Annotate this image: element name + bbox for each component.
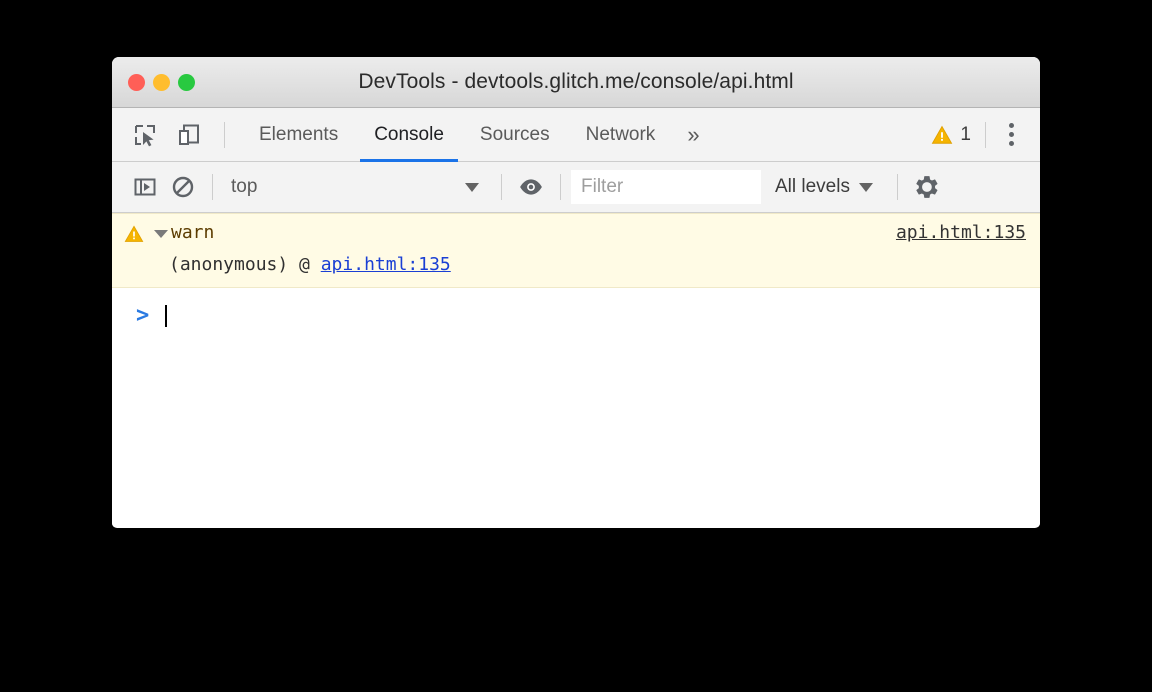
device-toolbar-icon[interactable]: [170, 116, 208, 154]
warning-triangle-icon: [124, 224, 144, 249]
devtools-tab-bar: Elements Console Sources Network » 1: [112, 108, 1040, 162]
tab-network[interactable]: Network: [568, 108, 674, 162]
console-prompt-row[interactable]: >: [112, 288, 1040, 333]
console-message-source-link[interactable]: api.html:135: [896, 221, 1026, 244]
disclosure-triangle-icon[interactable]: [154, 230, 168, 238]
devtools-window: DevTools - devtools.glitch.me/console/ap…: [112, 57, 1040, 528]
tab-bar-right-divider: [985, 121, 986, 148]
toolbar-divider-4: [896, 174, 898, 200]
tab-bar-right-tools: 1: [931, 118, 1040, 152]
warning-triangle-icon: [932, 125, 953, 144]
window-title: DevTools - devtools.glitch.me/console/ap…: [358, 70, 794, 93]
kebab-dot: [1008, 141, 1014, 146]
window-title-bar: DevTools - devtools.glitch.me/console/ap…: [112, 57, 1040, 108]
inspect-element-icon[interactable]: [126, 116, 164, 154]
stack-frame-function: (anonymous) @: [169, 254, 321, 275]
clear-console-icon[interactable]: [164, 168, 202, 206]
show-console-sidebar-icon[interactable]: [126, 168, 164, 206]
filter-input[interactable]: [571, 170, 761, 204]
gear-icon[interactable]: [908, 168, 946, 206]
console-message-warning[interactable]: warn api.html:135 (anonymous) @ api.html…: [112, 213, 1040, 288]
console-text-caret: [165, 305, 168, 327]
log-levels-selector[interactable]: All levels: [761, 176, 887, 198]
stack-frame-link[interactable]: api.html:135: [321, 254, 451, 275]
kebab-menu-icon[interactable]: [996, 118, 1026, 152]
warning-count-value: 1: [960, 123, 971, 145]
console-messages-area: warn api.html:135 (anonymous) @ api.html…: [112, 213, 1040, 527]
console-prompt-arrow-icon: >: [136, 303, 150, 328]
warning-count-badge[interactable]: 1: [931, 124, 975, 146]
console-message-header: warn api.html:135: [112, 221, 1040, 249]
execution-context-selector[interactable]: top: [223, 170, 491, 204]
tab-overflow-button[interactable]: »: [673, 108, 713, 162]
toolbar-divider-2: [501, 174, 502, 200]
tab-elements[interactable]: Elements: [241, 108, 356, 162]
toolbar-divider-3: [560, 174, 561, 200]
tab-bar-left-tools: [112, 116, 235, 154]
panel-tabs: Elements Console Sources Network »: [241, 108, 714, 162]
kebab-dot: [1008, 123, 1014, 128]
console-message-text: warn: [171, 222, 215, 243]
chevron-down-icon: [858, 182, 873, 192]
chevron-down-icon: [465, 182, 479, 192]
create-live-expression-icon[interactable]: [512, 168, 550, 206]
execution-context-value: top: [231, 176, 258, 197]
tab-sources[interactable]: Sources: [462, 108, 568, 162]
tab-console[interactable]: Console: [356, 108, 462, 162]
toolbar-divider-1: [212, 174, 213, 200]
tab-bar-divider: [224, 121, 225, 148]
console-toolbar: top All levels: [112, 162, 1040, 213]
log-levels-label: All levels: [775, 176, 850, 197]
kebab-dot: [1008, 132, 1014, 137]
console-stack-trace: (anonymous) @ api.html:135: [112, 249, 1040, 277]
